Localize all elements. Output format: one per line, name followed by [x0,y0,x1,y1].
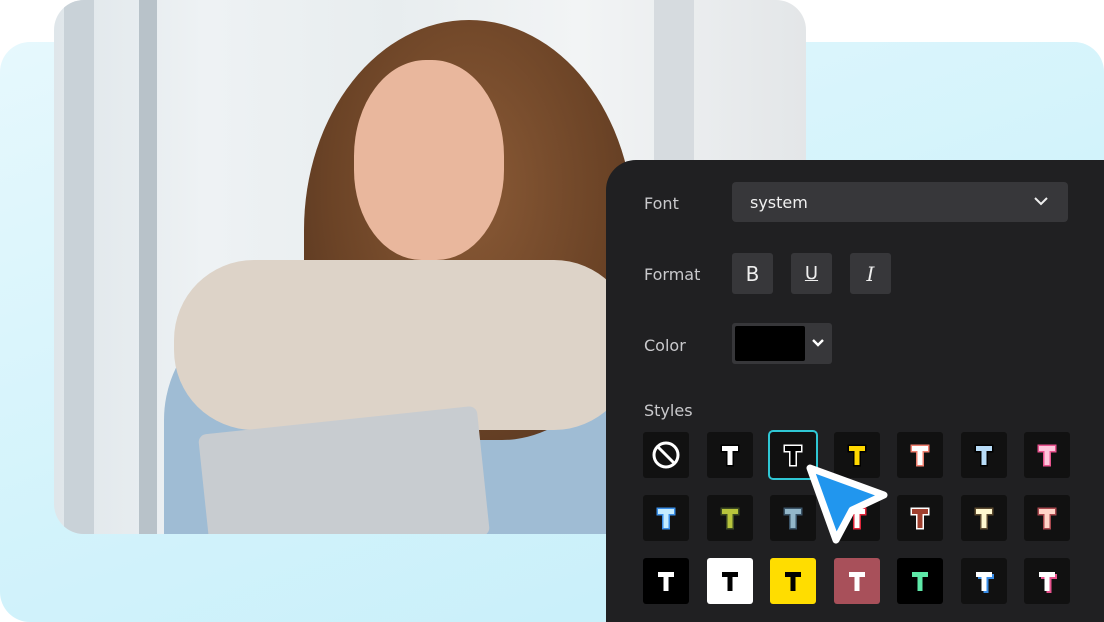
style-tile[interactable] [643,558,689,604]
style-tile[interactable] [961,432,1007,478]
styles-label: Styles [644,401,693,420]
chevron-down-icon [1034,197,1048,206]
text-style-icon [849,572,865,591]
text-style-icon [1039,572,1057,593]
font-value: system [750,193,808,212]
text-style-icon [1037,507,1057,530]
text-style-icon [658,572,674,591]
italic-icon: I [866,261,875,286]
style-tile[interactable] [961,495,1007,541]
style-tile[interactable] [707,495,753,541]
text-style-panel: Font system Format B U I Color Styles [606,160,1104,622]
style-tile[interactable] [961,558,1007,604]
style-tile[interactable] [643,495,689,541]
color-label: Color [644,336,686,355]
text-style-icon [1037,444,1057,467]
no-style-icon [652,441,680,469]
text-style-icon [910,444,930,467]
style-tile[interactable] [897,558,943,604]
style-tile[interactable] [707,432,753,478]
text-style-icon [785,572,801,591]
chevron-down-icon [812,339,824,347]
bold-icon: B [745,261,760,286]
font-label: Font [644,194,679,213]
underline-button[interactable]: U [791,253,832,294]
text-style-icon [976,572,994,593]
mouse-pointer-icon [806,464,888,544]
text-style-icon [722,572,738,591]
style-tile[interactable] [1024,558,1070,604]
color-swatch [735,326,805,361]
text-style-icon [912,572,928,591]
text-style-icon [974,444,994,467]
italic-button[interactable]: I [850,253,891,294]
format-label: Format [644,265,701,284]
font-select[interactable]: system [732,182,1068,222]
text-style-icon [720,507,740,530]
style-tile[interactable] [897,495,943,541]
style-tile[interactable] [897,432,943,478]
style-tile[interactable] [1024,432,1070,478]
color-picker[interactable] [732,323,832,364]
text-style-icon [910,507,930,530]
text-style-icon [720,444,740,467]
style-tile[interactable] [707,558,753,604]
bold-button[interactable]: B [732,253,773,294]
style-none-button[interactable] [643,432,689,478]
underline-icon: U [804,263,819,284]
style-tile[interactable] [770,558,816,604]
text-style-icon [974,507,994,530]
style-tile[interactable] [834,558,880,604]
style-tile[interactable] [1024,495,1070,541]
text-style-icon [656,507,676,530]
